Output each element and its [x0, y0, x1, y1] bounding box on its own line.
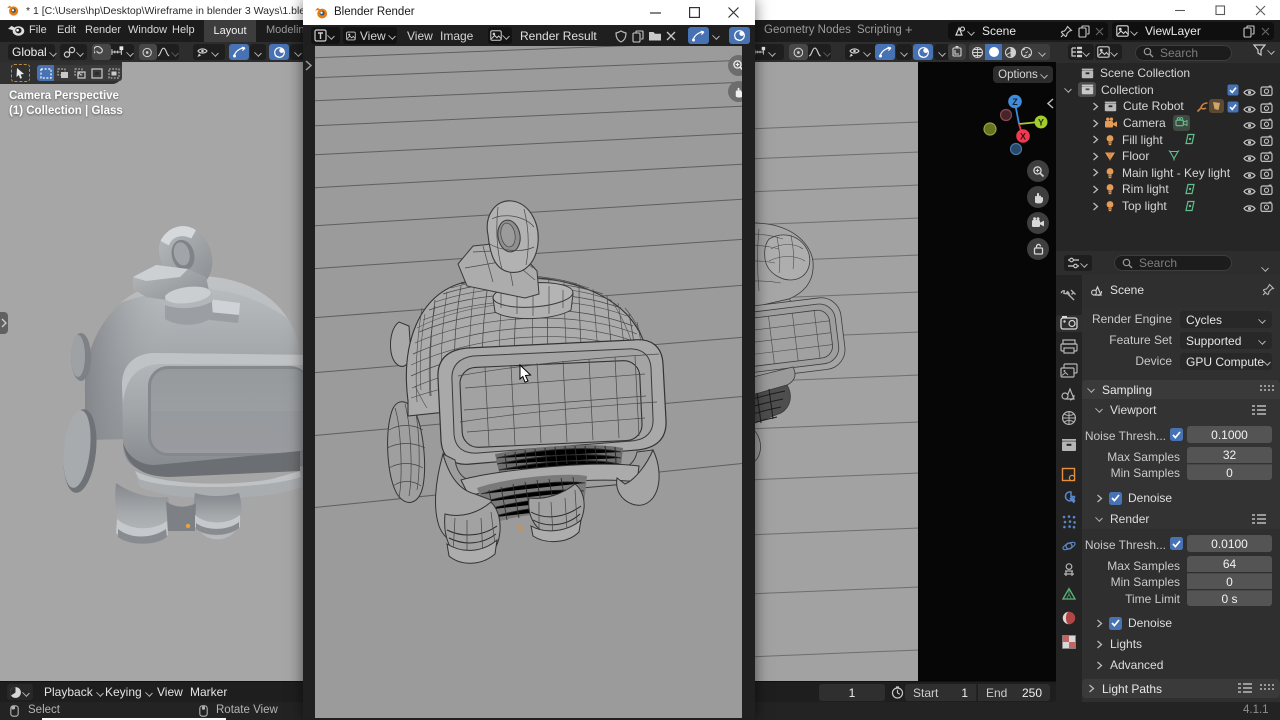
svg-text:X: X: [1020, 131, 1026, 141]
svg-text:Z: Z: [1012, 97, 1018, 107]
svg-text:Y: Y: [1038, 117, 1044, 127]
